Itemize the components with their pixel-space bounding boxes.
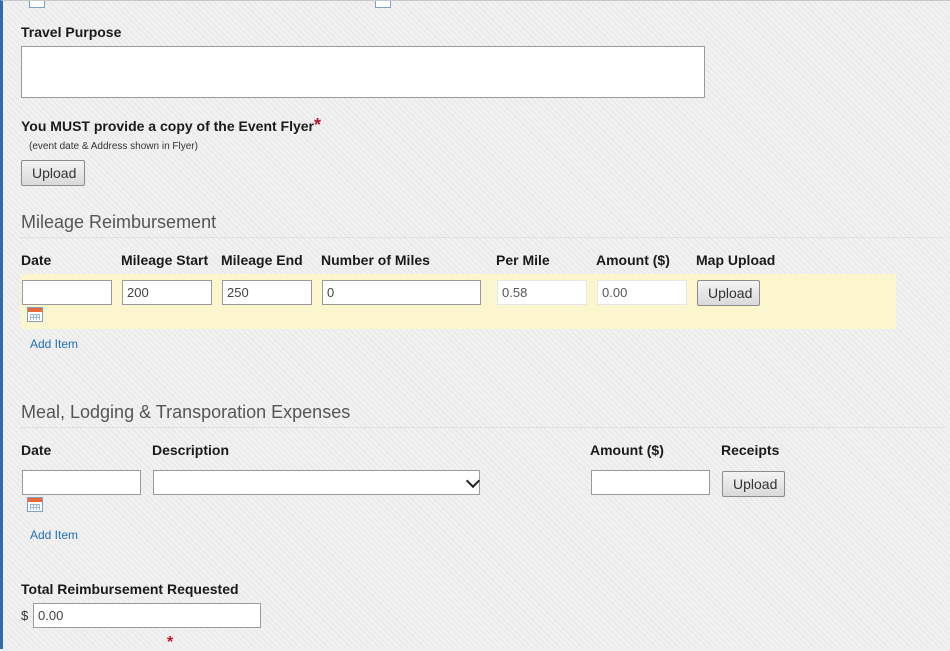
mileage-section-title: Mileage Reimbursement — [21, 212, 217, 232]
mileage-col-end: Mileage End — [221, 252, 303, 268]
travel-purpose-label: Travel Purpose — [21, 24, 122, 40]
event-flyer-label-text: You MUST provide a copy of the Event Fly… — [21, 118, 315, 134]
mileage-add-item-link[interactable]: Add Item — [30, 337, 78, 351]
mileage-col-miles: Number of Miles — [321, 252, 430, 268]
total-reimbursement-input[interactable] — [33, 603, 261, 628]
mileage-col-per-mile: Per Mile — [496, 252, 550, 268]
calendar-icon-cropped[interactable] — [29, 1, 45, 8]
receipts-upload-button[interactable]: Upload — [722, 471, 785, 497]
travel-purpose-input[interactable] — [21, 46, 705, 98]
mileage-start-input[interactable] — [122, 280, 212, 305]
calendar-icon[interactable] — [27, 307, 43, 322]
expense-amount-input[interactable] — [591, 470, 710, 495]
form-container: Travel Purpose You MUST provide a copy o… — [0, 0, 950, 651]
expenses-section-title: Meal, Lodging & Transporation Expenses — [21, 402, 351, 422]
expense-description-select[interactable] — [153, 470, 480, 495]
required-mark: * — [167, 634, 174, 651]
event-flyer-note: (event date & Address shown in Flyer) — [29, 141, 198, 152]
section-divider — [21, 427, 943, 428]
mileage-end-input[interactable] — [222, 280, 312, 305]
calendar-icon-cropped[interactable] — [375, 1, 391, 8]
mileage-amount-value — [597, 280, 687, 305]
expenses-col-receipts: Receipts — [721, 442, 780, 458]
map-upload-button[interactable]: Upload — [697, 280, 760, 306]
expenses-add-item-link[interactable]: Add Item — [30, 528, 78, 542]
currency-symbol: $ — [21, 608, 29, 623]
expenses-col-amount: Amount ($) — [590, 442, 664, 458]
mileage-col-amount: Amount ($) — [596, 252, 670, 268]
event-flyer-upload-button[interactable]: Upload — [21, 160, 85, 186]
per-mile-value — [497, 280, 587, 305]
calendar-icon[interactable] — [27, 497, 43, 512]
mileage-col-date: Date — [21, 252, 52, 268]
mileage-date-input[interactable] — [22, 280, 112, 305]
expenses-col-date: Date — [21, 442, 52, 458]
required-mark: * — [314, 115, 322, 135]
expense-date-input[interactable] — [22, 470, 141, 495]
mileage-col-start: Mileage Start — [121, 252, 209, 268]
total-label: Total Reimbursement Requested — [21, 581, 239, 597]
mileage-col-map-upload: Map Upload — [696, 252, 776, 268]
number-of-miles-input[interactable] — [322, 280, 481, 305]
expenses-col-description: Description — [152, 442, 230, 458]
section-divider — [21, 237, 943, 238]
event-flyer-label: You MUST provide a copy of the Event Fly… — [21, 115, 321, 136]
